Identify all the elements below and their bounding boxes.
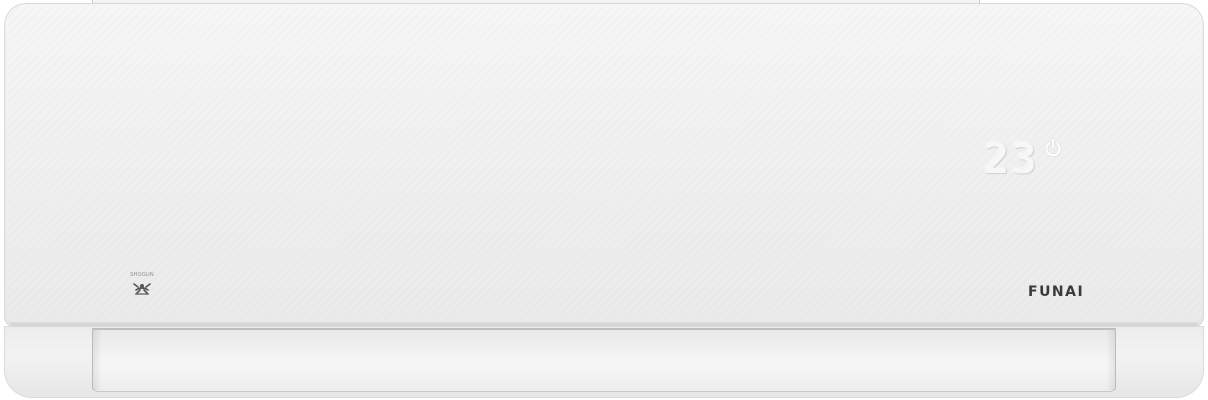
temperature-display: 23 [984,136,1063,184]
brand-logo: FUNAI [1028,284,1085,300]
shogun-logo: SHOGUN [122,272,162,302]
louver-shadow [92,330,102,390]
air-conditioner-unit: 23 SHOGUN FUNAI [0,0,1208,400]
shogun-logo-text: SHOGUN [130,272,154,278]
power-icon [1044,138,1061,157]
shogun-crest-icon [133,283,151,295]
temperature-value: 23 [984,134,1039,183]
air-louver [92,328,1116,392]
louver-shadow [1106,330,1116,390]
